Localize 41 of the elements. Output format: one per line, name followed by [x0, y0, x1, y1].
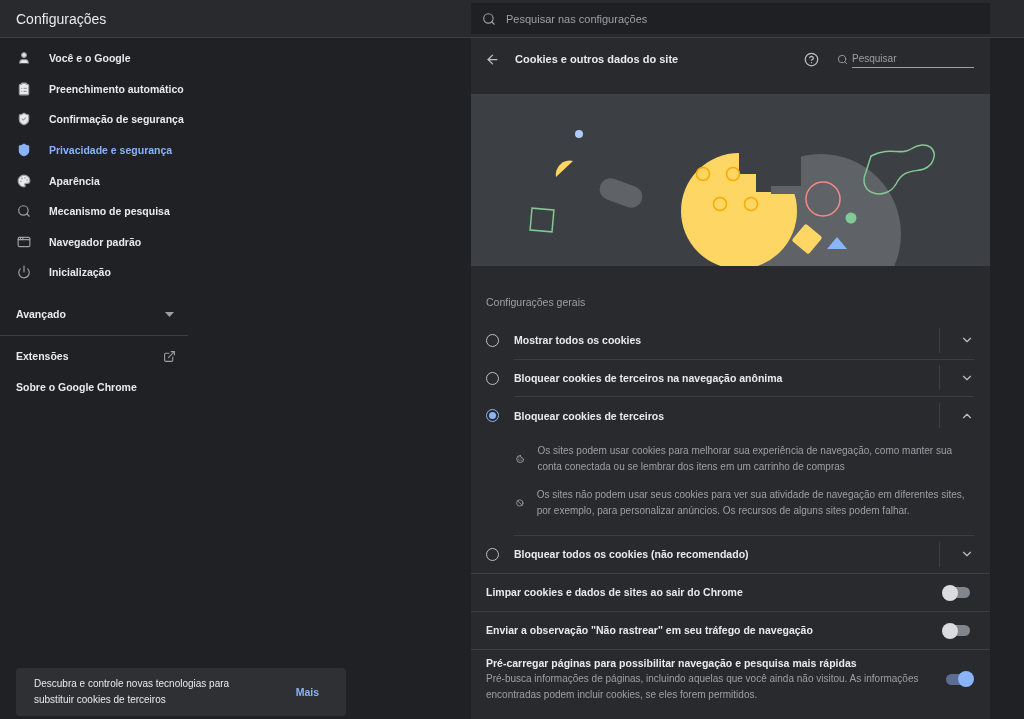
promo-text: Descubra e controle novas tecnologias para substituir cookies de terceiros — [34, 677, 231, 707]
person-icon — [17, 51, 31, 66]
search-icon — [17, 204, 31, 219]
option-description: Os sites podem usar cookies para melhorar sua experiência de navegação, como manter sua conta conectada ou se lembrar dos itens em um carrinho de compras — [537, 443, 954, 474]
setting-label: Enviar a observação "Não rastrear" em seu tráfego de navegação — [486, 623, 814, 638]
option-label: Mostrar todos os cookies — [514, 334, 643, 347]
sidebar-item[interactable]: Mecanismo de pesquisa — [0, 195, 471, 227]
advanced-toggle[interactable]: Avançado — [0, 293, 188, 335]
search-field[interactable]: Pesquisar nas configurações — [471, 3, 990, 34]
caret-icon — [165, 311, 174, 317]
shield-check-icon — [17, 112, 31, 127]
palette-icon — [17, 173, 31, 188]
search-icon — [837, 53, 848, 65]
sidebar-item[interactable]: Aparência — [0, 165, 471, 196]
external-link-icon — [163, 349, 176, 363]
sidebar-item[interactable]: Confirmação de segurança — [0, 104, 471, 135]
section-title: Configurações gerais — [485, 295, 587, 310]
setting-label: Limpar cookies e dados de sites ao sair do Chrome — [486, 585, 744, 600]
option-label: Bloquear cookies de terceiros — [514, 409, 665, 422]
browser-window-icon — [17, 234, 31, 249]
app-title: Configurações — [15, 10, 108, 27]
sidebar-link[interactable]: Sobre o Google Chrome — [0, 371, 188, 403]
option-description: Os sites não podem usar seus cookies para ver sua atividade de navegação em diferentes sites, por exemplo, para personalizar anúncios. Os recursos de alguns sites podem falhar. — [536, 487, 966, 518]
setting-label: Pré-carregar páginas para possibilitar navegação e pesquisa mais rápidas — [486, 656, 858, 671]
option-label: Bloquear cookies de terceiros na navegação anônima — [514, 371, 784, 384]
setting-description: Pré-busca informações de páginas, incluindo aquelas que você ainda não visitou. As informações encontradas podem incluir cookies, se eles forem permitidos. — [486, 672, 920, 702]
sidebar-item[interactable]: Navegador padrão — [0, 226, 471, 258]
option-label: Bloquear todos os cookies (não recomendado) — [514, 548, 750, 561]
page-title: Cookies e outros dados do site — [515, 53, 680, 65]
shield-icon — [17, 143, 31, 158]
help-icon[interactable] — [804, 51, 819, 67]
sidebar-item[interactable]: Preenchimento automático — [0, 73, 471, 105]
search-field[interactable]: Pesquisar — [852, 50, 974, 68]
search-icon — [482, 11, 496, 26]
sidebar-item[interactable]: Você e o Google — [0, 43, 471, 74]
more-link[interactable]: Mais — [295, 686, 319, 698]
sidebar-item[interactable]: Privacidade e segurança — [0, 134, 471, 166]
power-icon — [17, 265, 31, 280]
sidebar-link[interactable]: Extensões — [0, 340, 188, 372]
clipboard-icon — [17, 81, 31, 96]
sidebar-item[interactable]: Inicialização — [0, 257, 471, 288]
